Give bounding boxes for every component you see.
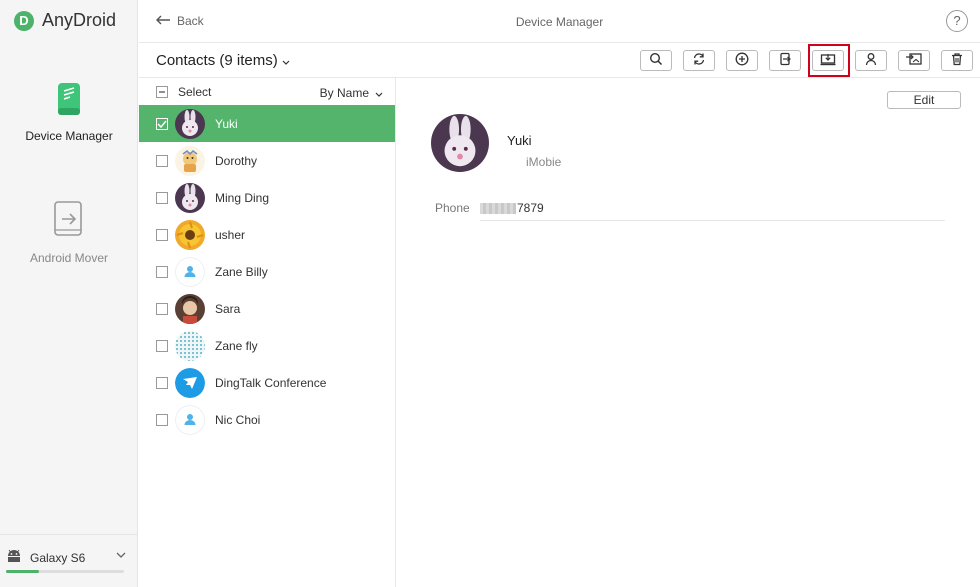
contact-name: Ming Ding xyxy=(215,190,270,205)
contact-name: DingTalk Conference xyxy=(215,375,327,390)
contact-detail-panel: Edit Yuki iMobie Phone 7879 xyxy=(396,78,980,587)
sidebar-item-android-mover[interactable]: Android Mover xyxy=(0,200,138,265)
divider xyxy=(480,220,945,221)
android-icon xyxy=(6,549,22,566)
row-checkbox[interactable] xyxy=(156,265,168,278)
cartoon-avatar xyxy=(175,145,205,176)
contact-name: Nic Choi xyxy=(215,412,261,427)
export-to-device-button[interactable] xyxy=(769,50,801,71)
chevron-down-icon xyxy=(375,86,383,100)
add-contact-icon xyxy=(864,52,878,69)
select-label: Select xyxy=(178,85,212,99)
phone-value: 7879 xyxy=(480,201,544,215)
contact-row-dingtalk-conference[interactable]: DingTalk Conference xyxy=(139,364,395,401)
delete-icon xyxy=(950,52,964,69)
sidebar-item-label: Device Manager xyxy=(25,129,113,143)
row-checkbox[interactable] xyxy=(156,339,168,352)
row-checkbox[interactable] xyxy=(156,376,168,389)
device-info: Galaxy S6 xyxy=(6,549,85,566)
dots-avatar xyxy=(175,330,205,361)
default-avatar-icon xyxy=(175,404,205,435)
row-checkbox[interactable] xyxy=(156,117,168,130)
contact-row-nic-choi[interactable]: Nic Choi xyxy=(139,401,395,438)
select-all-checkbox[interactable] xyxy=(156,86,168,98)
transfer-icon xyxy=(52,200,86,241)
highlight-box xyxy=(808,44,850,77)
contact-row-ming-ding[interactable]: Ming Ding xyxy=(139,179,395,216)
contact-list-panel: Select By Name Yuki Dorothy Ming Ding us… xyxy=(139,78,396,587)
row-checkbox[interactable] xyxy=(156,154,168,167)
search-button[interactable] xyxy=(640,50,672,71)
anydroid-logo-icon: D xyxy=(14,10,34,31)
photo-avatar xyxy=(175,293,205,324)
sidebar-item-device-manager[interactable]: Device Manager xyxy=(0,82,138,143)
delete-button[interactable] xyxy=(941,50,973,71)
sort-dropdown[interactable]: By Name xyxy=(320,86,383,100)
refresh-icon xyxy=(692,52,706,69)
default-avatar-icon xyxy=(175,256,205,287)
redacted-digits xyxy=(480,202,516,214)
contact-row-yuki[interactable]: Yuki xyxy=(139,105,395,142)
row-checkbox[interactable] xyxy=(156,413,168,426)
contact-name: Yuki xyxy=(215,116,238,131)
contact-name: Sara xyxy=(215,301,241,316)
row-checkbox[interactable] xyxy=(156,302,168,315)
sidebar-item-label: Android Mover xyxy=(29,251,109,265)
contact-row-sara[interactable]: Sara xyxy=(139,290,395,327)
phone-icon xyxy=(56,82,82,119)
refresh-button[interactable] xyxy=(683,50,715,71)
phone-suffix: 7879 xyxy=(517,201,544,215)
app-logo: D AnyDroid xyxy=(14,10,116,31)
bunny-avatar xyxy=(175,182,205,213)
contact-row-usher[interactable]: usher xyxy=(139,216,395,253)
contact-name: usher xyxy=(215,227,246,242)
chevron-down-icon xyxy=(282,52,290,69)
import-icon xyxy=(905,52,923,69)
row-checkbox[interactable] xyxy=(156,228,168,241)
search-icon xyxy=(649,52,663,69)
edit-button[interactable]: Edit xyxy=(887,91,961,109)
contact-name: Dorothy xyxy=(215,153,258,168)
storage-progress-bar xyxy=(6,570,124,573)
sort-label: By Name xyxy=(319,86,369,100)
category-title: Contacts (9 items) xyxy=(156,52,278,69)
sidebar: D AnyDroid Device Manager Android Mover xyxy=(0,0,138,587)
add-contact-button[interactable] xyxy=(855,50,887,71)
device-selector[interactable]: Galaxy S6 xyxy=(0,534,138,587)
category-dropdown[interactable]: Contacts (9 items) xyxy=(156,52,290,69)
phone-label: Phone xyxy=(435,201,470,215)
import-button[interactable] xyxy=(898,50,930,71)
contact-row-zane-fly[interactable]: Zane fly xyxy=(139,327,395,364)
app-name: AnyDroid xyxy=(42,10,117,30)
storage-progress-fill xyxy=(6,570,40,573)
toolbar: Contacts (9 items) xyxy=(139,43,980,78)
contact-row-zane-billy[interactable]: Zane Billy xyxy=(139,253,395,290)
row-checkbox[interactable] xyxy=(156,191,168,204)
bunny-avatar xyxy=(431,114,489,172)
sunflower-avatar xyxy=(175,219,205,250)
title-bar: Back Device Manager ? xyxy=(139,0,980,43)
chevron-down-icon[interactable] xyxy=(116,550,126,561)
add-button[interactable] xyxy=(726,50,758,71)
export-to-device-icon xyxy=(778,52,792,69)
contact-name: Zane Billy xyxy=(215,264,268,279)
list-header: Select By Name xyxy=(139,78,395,105)
window-title: Device Manager xyxy=(515,15,604,29)
device-name: Galaxy S6 xyxy=(30,550,86,565)
add-icon xyxy=(735,52,749,69)
dingtalk-avatar xyxy=(175,367,205,398)
contact-detail-name: Yuki xyxy=(507,133,532,148)
contact-row-dorothy[interactable]: Dorothy xyxy=(139,142,395,179)
select-all[interactable]: Select xyxy=(156,85,211,99)
contact-name: Zane fly xyxy=(215,338,258,353)
contact-detail-company: iMobie xyxy=(526,155,562,169)
bunny-avatar xyxy=(175,108,205,139)
help-button[interactable]: ? xyxy=(946,10,968,32)
